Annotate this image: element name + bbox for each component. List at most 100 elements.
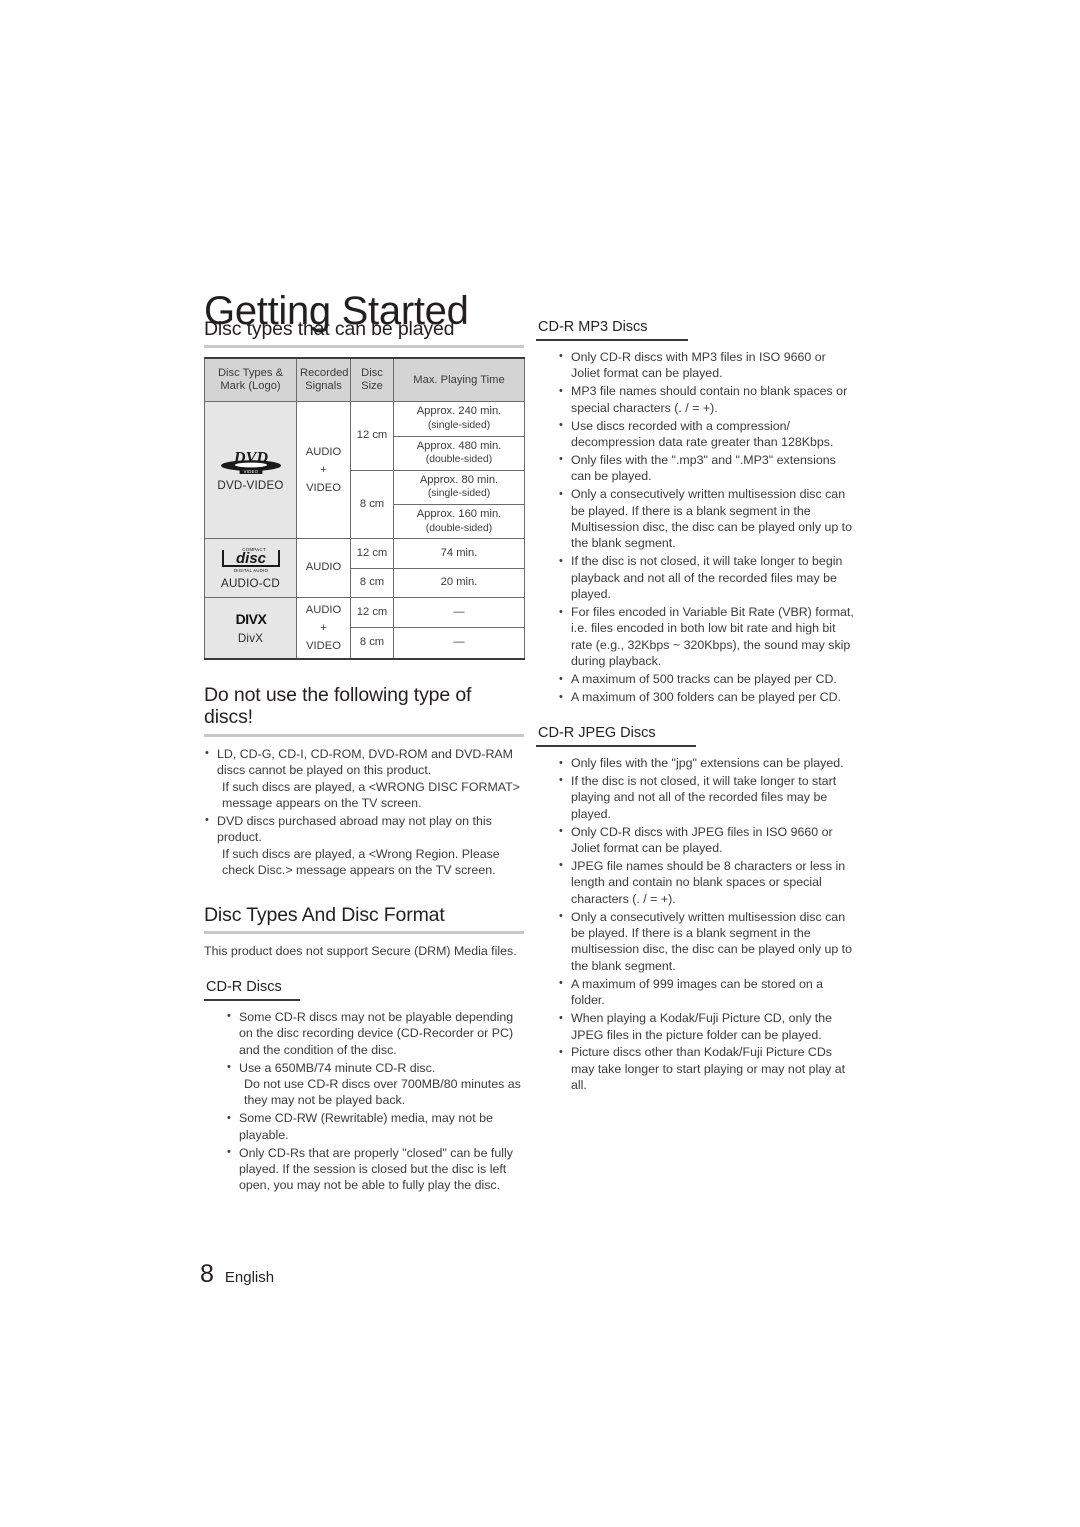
bullet-text: When playing a Kodak/Fuji Picture CD, on… <box>571 1011 833 1042</box>
cell-recorded-signals-dvd: AUDIO + VIDEO <box>296 401 351 540</box>
list-item: Only CD-Rs that are properly "closed" ca… <box>226 1144 524 1194</box>
table-header-row: Disc Types & Mark (Logo) Recorded Signal… <box>204 357 525 403</box>
cell-disc-size: 8 cm <box>350 567 394 598</box>
heading-do-not-use: Do not use the following type of discs! <box>204 683 472 729</box>
signal-plus: + <box>320 464 327 477</box>
list-item: Use discs recorded with a compression/ d… <box>558 417 854 451</box>
list-item: Use a 650MB/74 minute CD-R disc. Do not … <box>226 1059 524 1109</box>
compact-disc-logo-box: disc COMPACT DIGITAL AUDIO AUDIO-CD <box>207 545 294 591</box>
cell-recorded-signals-divx: AUDIO + VIDEO <box>296 596 351 660</box>
table-row: DVD VIDEO DVD-VIDEO AUDIO + VIDEO 12 cm … <box>204 401 525 540</box>
list-item: Only a consecutively written multisessio… <box>558 486 854 552</box>
list-item: A maximum of 500 tracks can be played pe… <box>558 671 854 688</box>
svg-text:disc: disc <box>235 550 266 567</box>
list-item: For files encoded in Variable Bit Rate (… <box>558 604 854 670</box>
cell-playing-time: 74 min. <box>393 538 525 569</box>
cell-disc-size: 8 cm <box>350 627 394 660</box>
cdr-jpeg-list: Only files with the "jpg" extensions can… <box>536 754 854 1094</box>
th-disc-types: Disc Types & Mark (Logo) <box>204 357 297 403</box>
bullet-continuation: If such discs are played, a <Wrong Regio… <box>222 846 500 878</box>
list-item: If the disc is not closed, it will take … <box>558 553 854 602</box>
subsection-cdr-mp3: CD-R MP3 Discs Only CD-R discs with MP3 … <box>536 318 854 706</box>
signals-stack: AUDIO + VIDEO <box>299 443 348 497</box>
drm-note: This product does not support Secure (DR… <box>204 944 517 959</box>
cell-playing-time: Approx. 480 min. (double-sided) <box>393 435 525 471</box>
list-item: A maximum of 300 folders can be played p… <box>558 689 854 706</box>
subheading-rule <box>536 339 688 341</box>
subsection-cdr-discs: CD-R Discs Some CD-R discs may not be pl… <box>204 978 524 1194</box>
svg-text:VIDEO: VIDEO <box>243 470 258 475</box>
list-item: Only files with the "jpg" extensions can… <box>558 754 854 771</box>
bullet-text: Picture discs other than Kodak/Fuji Pict… <box>571 1045 846 1093</box>
bullet-text: MP3 file names should contain no blank s… <box>571 384 848 415</box>
list-item: Only CD-R discs with MP3 files in ISO 96… <box>558 348 854 382</box>
divx-logo-caption: DivX <box>237 632 264 646</box>
cell-recorded-signals-audio-cd: AUDIO <box>296 538 351 598</box>
bullet-text: A maximum of 300 folders can be played p… <box>571 690 841 705</box>
bullet-text: Only files with the "jpg" extensions can… <box>571 756 844 770</box>
list-item: Only CD-R discs with JPEG files in ISO 9… <box>558 823 854 857</box>
time-sub: (double-sided) <box>425 522 493 534</box>
bullet-continuation: If such discs are played, a <WRONG DISC … <box>222 779 520 810</box>
dvd-video-logo-box: DVD VIDEO DVD-VIDEO <box>207 447 294 493</box>
compact-disc-digital-audio-icon: disc COMPACT DIGITAL AUDIO <box>221 547 280 573</box>
bullet-text: JPEG file names should be 8 characters o… <box>571 858 846 906</box>
th-line1: Recorded <box>300 366 349 379</box>
bullet-text: Use a 650MB/74 minute CD-R disc. <box>239 1060 436 1075</box>
signal-line: AUDIO <box>305 603 342 616</box>
right-column: CD-R MP3 Discs Only CD-R discs with MP3 … <box>536 318 854 1095</box>
heading-rule <box>204 931 524 935</box>
bullet-text: For files encoded in Variable Bit Rate (… <box>571 605 854 669</box>
bullet-text: Only CD-R discs with MP3 files in ISO 96… <box>571 349 826 381</box>
th-line1: Disc Types & <box>217 366 284 379</box>
footer-language: English <box>224 1269 275 1286</box>
footer-page-number: 8 <box>200 1260 214 1288</box>
time-sub: (single-sided) <box>427 420 491 432</box>
th-line2: Mark (Logo) <box>220 380 281 393</box>
cell-disc-logo-dvd: DVD VIDEO DVD-VIDEO <box>204 401 297 540</box>
time-sub: (single-sided) <box>427 488 491 500</box>
cell-playing-time: Approx. 160 min. (double-sided) <box>393 503 525 540</box>
bullet-text: Only CD-Rs that are properly "closed" ca… <box>239 1145 513 1193</box>
list-item: MP3 file names should contain no blank s… <box>558 383 854 416</box>
audio-cd-logo-caption: AUDIO-CD <box>221 577 280 591</box>
subheading-rule <box>204 999 300 1001</box>
bullet-text: Only files with the ".mp3" and ".MP3" ex… <box>571 452 836 484</box>
signal-line: AUDIO <box>305 446 342 459</box>
svg-text:DIGITAL AUDIO: DIGITAL AUDIO <box>233 568 268 573</box>
svg-text:DIVX: DIVX <box>235 611 267 627</box>
table-row: DIVX DivX AUDIO + VIDEO 12 cm — <box>204 596 525 660</box>
bullet-text: Only CD-R discs with JPEG files in ISO 9… <box>571 824 833 856</box>
heading-rule <box>204 733 524 737</box>
heading-cdr-discs: CD-R Discs <box>206 978 282 995</box>
time-sub: (double-sided) <box>425 454 493 466</box>
signals-stack: AUDIO + VIDEO <box>299 601 348 655</box>
disc-types-table: Disc Types & Mark (Logo) Recorded Signal… <box>204 357 525 660</box>
svg-text:COMPACT: COMPACT <box>242 547 266 552</box>
do-not-use-list: LD, CD-G, CD-I, CD-ROM, DVD-ROM and DVD-… <box>204 745 524 879</box>
cdr-mp3-list: Only CD-R discs with MP3 files in ISO 96… <box>536 348 854 706</box>
bullet-text: Use discs recorded with a compression/ d… <box>571 418 834 450</box>
signal-line: VIDEO <box>306 482 341 495</box>
heading-disc-types-played: Disc types that can be played <box>204 318 455 340</box>
list-item: Only a consecutively written multisessio… <box>558 908 854 975</box>
cell-playing-time: Approx. 80 min. (single-sided) <box>393 469 525 505</box>
bullet-text: If the disc is not closed, it will take … <box>571 773 837 821</box>
list-item: Only files with the ".mp3" and ".MP3" ex… <box>558 451 854 485</box>
list-item: Picture discs other than Kodak/Fuji Pict… <box>558 1044 854 1093</box>
th-disc-size: Disc Size <box>350 357 394 403</box>
cell-disc-size: 12 cm <box>350 538 394 569</box>
manual-page: Getting Started Disc types that can be p… <box>0 0 1080 1527</box>
bullet-text: A maximum of 500 tracks can be played pe… <box>571 672 837 687</box>
th-recorded-signals: Recorded Signals <box>296 357 351 403</box>
divx-logo: DIVX <box>235 611 267 627</box>
page-footer: 8 English <box>200 1262 274 1287</box>
subsection-cdr-jpeg: CD-R JPEG Discs Only files with the "jpg… <box>536 724 854 1094</box>
bullet-text: DVD discs purchased abroad may not play … <box>217 813 492 845</box>
svg-text:DVD: DVD <box>232 449 267 467</box>
cell-playing-time: Approx. 240 min. (single-sided) <box>393 401 525 437</box>
bullet-text: LD, CD-G, CD-I, CD-ROM, DVD-ROM and DVD-… <box>217 746 514 778</box>
list-item: DVD discs purchased abroad may not play … <box>204 812 524 879</box>
cell-playing-time: — <box>393 596 525 629</box>
